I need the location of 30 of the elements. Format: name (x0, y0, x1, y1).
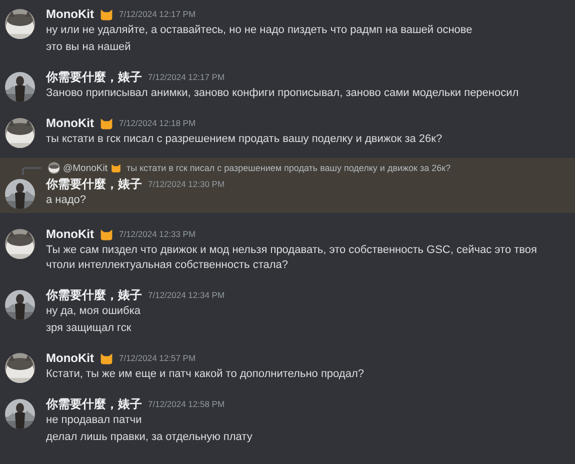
timestamp: 7/12/2024 12:58 PM (148, 399, 225, 409)
author-name[interactable]: MonoKit (46, 7, 94, 21)
message-text: Заново приписывал анимки, заново конфиги прописывал, заново сами модельки переносил (46, 86, 520, 101)
timestamp: 7/12/2024 12:17 PM (118, 9, 196, 19)
author-name[interactable]: 你需要什麼，婊子 (46, 396, 142, 412)
timestamp: 7/12/2024 12:30 PM (148, 179, 225, 189)
message-text: ну да, моя ошибка (46, 304, 142, 319)
message-text: Ты же сам пиздел что движок и мод нельзя продавать, это собственность GSC, сейчас это твоя чтоли интеллектуальная собственность стала? (46, 243, 538, 273)
timestamp: 7/12/2024 12:57 PM (118, 353, 196, 363)
author-name[interactable]: 你需要什麼，婊子 (46, 68, 142, 86)
reply-author[interactable]: @MonoKit (63, 162, 108, 174)
message-text: не продавал патчи (46, 413, 143, 428)
author-name[interactable]: MonoKit (46, 227, 94, 241)
message-text: а надо? (46, 193, 88, 208)
timestamp: 7/12/2024 12:33 PM (118, 229, 196, 239)
message-text: это вы на нашей (46, 40, 132, 55)
message-text: ты кстати в гск писал с разрешением продать вашу поделку и движок за 26к? (46, 132, 444, 147)
message-text: ну или не удаляйте, а оставайтесь, но не надо пиздеть что радмп на вашей основе (46, 23, 474, 38)
author-name[interactable]: MonoKit (46, 116, 94, 130)
message-text: зря защищал гск (46, 321, 132, 336)
timestamp: 7/12/2024 12:18 PM (118, 118, 196, 128)
author-name[interactable]: MonoKit (46, 351, 94, 365)
timestamp: 7/12/2024 12:34 PM (148, 290, 225, 300)
message-text: Кстати, ты же им еще и патч какой то дополнительно продал? (46, 367, 365, 382)
reply-connector (22, 167, 41, 175)
message-text: делал лишь правки, за отдельную плату (46, 430, 254, 445)
author-name[interactable]: 你需要什麼，婊子 (46, 176, 142, 192)
reply-text[interactable]: ты кстати в гск писал с разрешением продать вашу поделку и движок за 26к? (126, 163, 451, 173)
author-name[interactable]: 你需要什麼，婊子 (46, 286, 142, 304)
timestamp: 7/12/2024 12:17 PM (148, 72, 225, 82)
